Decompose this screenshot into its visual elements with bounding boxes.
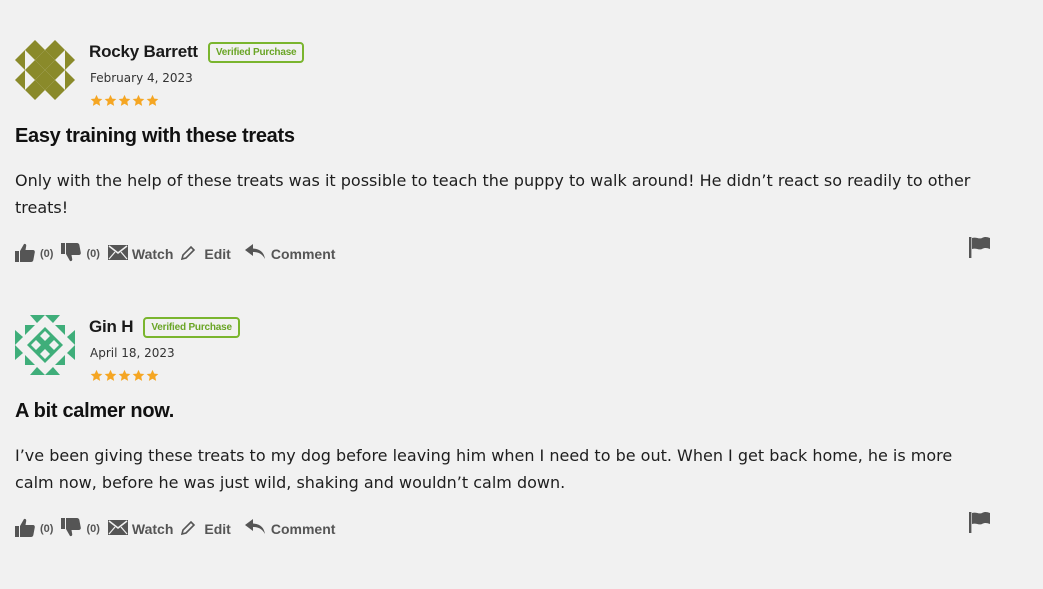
- star-icon: [146, 94, 159, 106]
- review-title: Easy training with these treats: [15, 125, 295, 147]
- comment-button[interactable]: Comment: [244, 518, 336, 537]
- pencil-icon: [181, 245, 196, 260]
- watch-label: Watch: [131, 245, 174, 262]
- thumbs-down-icon: [61, 517, 82, 536]
- reply-icon: [244, 244, 265, 259]
- review-date: April 18, 2023: [90, 346, 175, 360]
- verified-badge: Verified Purchase: [143, 316, 240, 338]
- verified-badge: Verified Purchase: [207, 41, 305, 63]
- like-count: (0): [40, 523, 54, 535]
- thumbs-up-icon: [15, 518, 35, 537]
- star-icon: [118, 94, 131, 106]
- review-body: Only with the help of these treats was i…: [15, 171, 971, 217]
- watch-button[interactable]: Watch: [107, 243, 174, 262]
- star-icon: [104, 94, 117, 106]
- author-row: Rocky Barrett Verified Purchase: [89, 40, 305, 64]
- avatar: [15, 40, 75, 100]
- dislike-button[interactable]: (0): [61, 517, 100, 537]
- watch-button[interactable]: Watch: [107, 518, 174, 537]
- watch-label: Watch: [131, 520, 174, 537]
- comment-label: Comment: [270, 245, 336, 262]
- author-row: Gin H Verified Purchase: [89, 315, 240, 339]
- star-rating: [90, 94, 159, 107]
- review-author: Gin H: [89, 317, 134, 336]
- review-author: Rocky Barrett: [89, 42, 198, 61]
- review-actions: (0) (0) Watch Edit Comment: [15, 237, 990, 264]
- like-button[interactable]: (0): [15, 243, 53, 262]
- avatar: [15, 315, 75, 375]
- edit-label: Edit: [204, 520, 231, 537]
- edit-label: Edit: [204, 245, 231, 262]
- review-header: Gin H Verified Purchase April 18, 2023: [15, 315, 1005, 387]
- star-icon: [118, 369, 131, 381]
- comment-label: Comment: [270, 520, 336, 537]
- like-count: (0): [40, 248, 54, 260]
- dislike-button[interactable]: (0): [61, 242, 100, 262]
- thumbs-up-icon: [15, 243, 35, 262]
- dislike-count: (0): [86, 523, 100, 535]
- review-header: Rocky Barrett Verified Purchase February…: [15, 40, 1005, 112]
- flag-icon[interactable]: [969, 512, 990, 533]
- review-card: Gin H Verified Purchase April 18, 2023 A…: [15, 315, 1005, 537]
- comment-button[interactable]: Comment: [244, 243, 336, 262]
- flag-icon[interactable]: [969, 237, 990, 258]
- edit-button[interactable]: Edit: [181, 518, 231, 537]
- review-actions: (0) (0) Watch Edit Comment: [15, 512, 990, 539]
- reply-icon: [244, 519, 265, 534]
- review-body: I’ve been giving these treats to my dog …: [15, 446, 953, 492]
- star-icon: [132, 94, 145, 106]
- like-button[interactable]: (0): [15, 518, 53, 537]
- star-icon: [132, 369, 145, 381]
- review-title: A bit calmer now.: [15, 400, 175, 422]
- star-icon: [104, 369, 117, 381]
- dislike-count: (0): [86, 248, 100, 260]
- thumbs-down-icon: [61, 242, 82, 261]
- star-icon: [90, 94, 103, 106]
- pencil-icon: [181, 520, 196, 535]
- star-icon: [90, 369, 103, 381]
- review-date: February 4, 2023: [90, 71, 193, 85]
- envelope-icon: [107, 519, 128, 535]
- star-rating: [90, 369, 159, 382]
- star-icon: [146, 369, 159, 381]
- envelope-icon: [107, 244, 128, 260]
- review-card: Rocky Barrett Verified Purchase February…: [15, 40, 1005, 262]
- edit-button[interactable]: Edit: [181, 243, 231, 262]
